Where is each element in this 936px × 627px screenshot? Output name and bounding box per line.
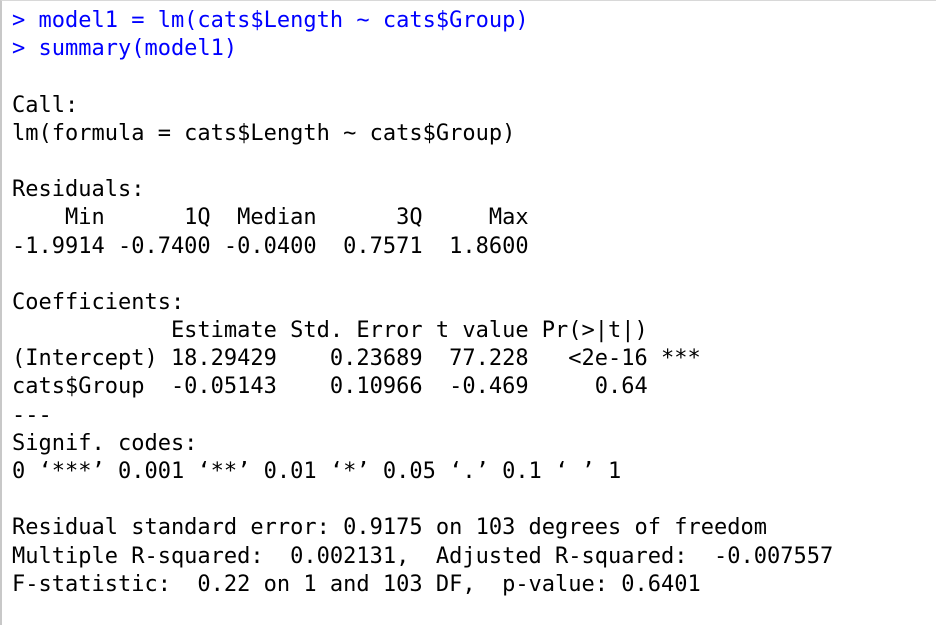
console-output-line: Multiple R-squared: 0.002131, Adjusted R… — [12, 543, 847, 569]
console-output-line: -1.9914 -0.7400 -0.0400 0.7571 1.8600 — [12, 233, 542, 259]
console-output-line: Residuals: — [12, 177, 145, 203]
console-output-line: Signif. codes: — [12, 430, 224, 456]
r-console[interactable]: > model1 = lm(cats$Length ~ cats$Group) … — [0, 0, 936, 625]
console-output-line: Estimate Std. Error t value Pr(>|t|) — [12, 318, 701, 344]
console-output-line: 0 ‘***’ 0.001 ‘**’ 0.01 ‘*’ 0.05 ‘.’ 0.1… — [12, 459, 622, 484]
console-output-line: Residual standard error: 0.9175 on 103 d… — [12, 515, 767, 541]
console-output-line: --- — [12, 402, 52, 428]
console-output-line: Min 1Q Median 3Q Max — [12, 205, 542, 231]
console-command-line: > summary(model1) — [12, 36, 238, 62]
console-output-line: Call: — [12, 92, 79, 118]
console-output-line: (Intercept) 18.29429 0.23689 77.228 <2e-… — [12, 346, 701, 372]
console-command-line: > model1 = lm(cats$Length ~ cats$Group) — [12, 8, 529, 33]
console-output-line: cats$Group -0.05143 0.10966 -0.469 0.64 — [12, 374, 701, 400]
console-output-line: F-statistic: 0.22 on 1 and 103 DF, p-val… — [12, 571, 701, 597]
console-output-line: Coefficients: — [12, 289, 185, 315]
console-output-line: lm(formula = cats$Length ~ cats$Group) — [12, 120, 516, 146]
